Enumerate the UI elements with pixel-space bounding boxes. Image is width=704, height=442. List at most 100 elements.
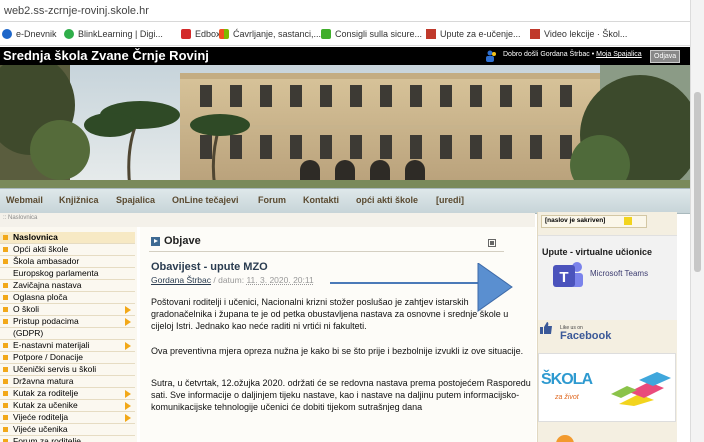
main-nav: Webmail Knjižnica Spajalica OnLine tečaj… — [0, 188, 690, 214]
bookmark-edn[interactable]: e-Dnevnik — [2, 27, 57, 41]
edbox-icon — [181, 29, 191, 39]
sidebar-item-label: Naslovnica — [13, 232, 58, 242]
chevron-right-icon[interactable] — [125, 402, 131, 410]
sidebar-item-label: Potpore / Donacije — [13, 352, 83, 362]
sidebar-item-label: Pristup podacima — [13, 316, 79, 326]
nav-kontakti[interactable]: Kontakti — [303, 195, 339, 205]
skola-za-zivot-banner[interactable]: ŠKOLA za život — [538, 353, 676, 422]
teams-heading: Upute - virtualne učionice — [542, 247, 653, 257]
bullet-icon — [3, 307, 8, 312]
vertical-scrollbar[interactable] — [690, 0, 704, 442]
hidden-title-box: [naslov je sakriven] — [541, 215, 647, 228]
sidebar-item[interactable]: (GDPR) — [0, 328, 135, 340]
thumbs-up-icon — [540, 322, 552, 334]
nav-spajalica[interactable]: Spajalica — [116, 195, 155, 205]
hidden-title-label: [naslov je sakriven] — [545, 217, 606, 224]
bullet-icon — [3, 259, 8, 264]
sidebar-item[interactable]: Pristup podacima — [0, 316, 135, 328]
nav-knjiznica[interactable]: Knjižnica — [59, 195, 99, 205]
sidebar-item[interactable]: Forum za roditelje — [0, 436, 135, 442]
nav-webmail[interactable]: Webmail — [6, 195, 43, 205]
nav-online-tecajevi[interactable]: OnLine tečajevi — [172, 195, 239, 205]
bookmark-blink[interactable]: BlinkLearning | Digi... — [64, 27, 163, 41]
bookmark-teams-chat[interactable]: Ćavrljanje, sastanci,... — [219, 27, 321, 41]
sidebar-item-label: Državna matura — [13, 376, 74, 386]
sidebar-item[interactable]: Državna matura — [0, 376, 135, 388]
sidebar-item[interactable]: Kutak za učenike — [0, 400, 135, 412]
sidebar-item[interactable]: Vijeće roditelja — [0, 412, 135, 424]
right-column: [naslov je sakriven] Upute - virtualne u… — [537, 212, 677, 442]
hopscotch-icon — [611, 372, 671, 406]
svg-text:T: T — [559, 269, 568, 286]
download-icon[interactable] — [624, 217, 632, 225]
sidebar-item[interactable]: Opći akti škole — [0, 244, 135, 256]
chevron-right-icon[interactable] — [125, 390, 131, 398]
sidebar-item[interactable]: Oglasna ploča — [0, 292, 135, 304]
sidebar-item[interactable]: Kutak za roditelje — [0, 388, 135, 400]
bookmark-upute[interactable]: Upute za e-učenje... — [426, 27, 521, 41]
bookmark-label: Consigli sulla sicure... — [335, 29, 423, 39]
sidebar-item[interactable]: Europskog parlamenta — [0, 268, 135, 280]
bullet-icon — [3, 319, 8, 324]
sidebar-item-label: Opći akti škole — [13, 244, 69, 254]
post-date: 11. 3. 2020. 20:11 — [246, 275, 314, 285]
nav-forum[interactable]: Forum — [258, 195, 286, 205]
bookmarks-bar: e-Dnevnik BlinkLearning | Digi... Edbox … — [0, 23, 690, 46]
post-meta-label: / datum: — [211, 275, 247, 285]
teams-panel[interactable]: Upute - virtualne učionice T Microsoft T… — [538, 235, 677, 331]
sidebar: Naslovnica Opći akti škole Škola ambasador… — [0, 227, 137, 442]
skola-logo-text: ŠKOLA — [541, 371, 593, 388]
bookmark-consigli[interactable]: Consigli sulla sicure... — [321, 27, 422, 41]
nav-uredi[interactable]: [uredi] — [436, 195, 464, 205]
bottom-strip — [538, 434, 677, 442]
windows-icon — [219, 29, 229, 39]
url-text[interactable]: web2.ss-zcrnje-rovinj.skole.hr — [4, 5, 149, 17]
scrollbar-thumb[interactable] — [694, 92, 701, 272]
bullet-icon — [3, 427, 8, 432]
sidebar-item[interactable]: Vijeće učenika — [0, 424, 135, 436]
bookmark-label: Upute za e-učenje... — [440, 29, 521, 39]
logout-button[interactable]: Odjava — [650, 50, 681, 63]
chevron-right-icon[interactable] — [125, 306, 131, 314]
bookmark-edbox[interactable]: Edbox — [181, 27, 221, 41]
sidebar-item[interactable]: Potpore / Donacije — [0, 352, 135, 364]
post-author-link[interactable]: Gordana Štrbac — [151, 275, 211, 285]
sidebar-item[interactable]: Zavičajna nastava — [0, 280, 135, 292]
user-icon — [486, 50, 496, 62]
blink-icon — [64, 29, 74, 39]
divider — [0, 21, 690, 22]
collapse-icon[interactable] — [488, 239, 496, 247]
bullet-icon — [3, 415, 8, 420]
facebook-text: Facebook — [560, 330, 612, 342]
main-content: Objave Obavijest - upute MZO Gordana Štr… — [140, 227, 536, 442]
sidebar-item-label: Vijeće roditelja — [13, 412, 69, 422]
my-spajalica-link[interactable]: Moja Spajalica — [596, 51, 642, 58]
bullet-icon — [3, 379, 8, 384]
chevron-right-icon[interactable] — [125, 342, 131, 350]
sidebar-item-label: Kutak za roditelje — [13, 388, 79, 398]
post-meta: Gordana Štrbac / datum: 11. 3. 2020. 20:… — [151, 275, 314, 285]
bullet-icon — [3, 391, 8, 396]
bookmark-label: Video lekcije · Škol... — [544, 29, 628, 39]
hat-icon — [426, 29, 436, 39]
sidebar-item[interactable]: Naslovnica — [0, 232, 135, 244]
post-paragraph: Ova preventivna mjera opreza nužna je ka… — [151, 346, 524, 356]
sidebar-item-label: (GDPR) — [13, 328, 44, 338]
sidebar-item[interactable]: O školi — [0, 304, 135, 316]
post-title[interactable]: Obavijest - upute MZO — [151, 261, 268, 273]
chevron-right-icon[interactable] — [125, 318, 131, 326]
partial-logo — [556, 435, 574, 442]
site-title[interactable]: Srednja škola Zvane Črnje Rovinj — [3, 48, 209, 63]
annotation-arrow — [330, 263, 513, 312]
address-bar[interactable]: web2.ss-zcrnje-rovinj.skole.hr — [0, 0, 690, 22]
chevron-right-icon[interactable] — [125, 414, 131, 422]
sidebar-item[interactable]: Učenički servis u školi — [0, 364, 135, 376]
sidebar-item-label: E-nastavni materijali — [13, 340, 90, 350]
sidebar-item[interactable]: E-nastavni materijali — [0, 340, 135, 352]
sidebar-item-label: O školi — [13, 304, 39, 314]
facebook-banner[interactable]: Like us on Facebook — [538, 320, 677, 348]
nav-opci-akti[interactable]: opći akti škole — [356, 195, 418, 205]
sidebar-item[interactable]: Škola ambasador — [0, 256, 135, 268]
edn-icon — [2, 29, 12, 39]
bookmark-video[interactable]: Video lekcije · Škol... — [530, 27, 627, 41]
